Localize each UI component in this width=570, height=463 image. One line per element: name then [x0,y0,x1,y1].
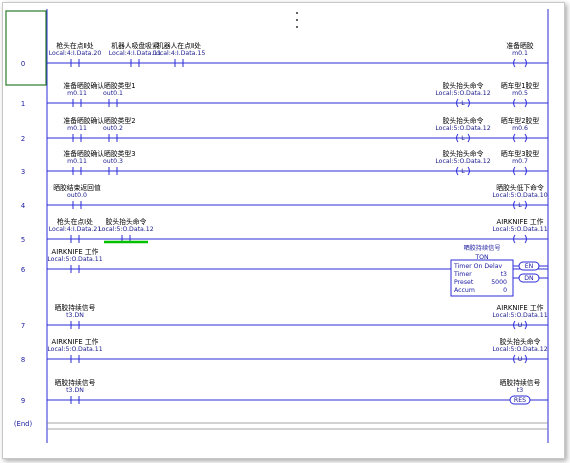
contact-tag-name: 机器人在点Ⅱ处 [157,41,201,50]
coil-address: Local:5:O.Data.12 [492,346,547,353]
contact-address: m0.11 [67,158,87,165]
coil-address: Local:5:O.Data.11 [492,312,547,319]
rung-number: (End) [14,420,33,428]
preset-value: 5000 [491,279,507,286]
coil-tag-name: 晒车型3胶型 [501,149,540,158]
contact-address: t3.DN [66,312,84,319]
coil-address: m0.5 [512,90,528,97]
coil-tag-name: 胶头抬头命令 [443,81,484,90]
coil-tag-name: 晒车型1胶型 [501,81,540,90]
rung-number: 4 [21,202,25,210]
contact-address: out0.2 [103,125,123,132]
contact-tag-name: AIRKNIFE 工作 [52,337,99,346]
timer-field-label: Timer [453,271,472,278]
contact-tag-name: 确认晒胶类型2 [90,116,135,125]
contact-address: m0.11 [67,90,87,97]
accum-label: Accum [454,287,475,294]
contact-tag-name: 枪头在点Ⅱ处 [56,41,94,50]
coil-address: Local:5:O.Data.12 [435,158,490,165]
coil-address: Local:5:O.Data.10 [492,192,547,199]
coil-address: Local:5:O.Data.12 [435,125,490,132]
contact-address: Local:4:I.Data.20 [49,50,102,57]
coil-symbol-letter: RES [514,397,526,404]
rung-number: 1 [21,100,25,108]
coil-tag-name: 胶头抬头命令 [443,149,484,158]
contact-address: out0.3 [103,158,123,165]
rung-number: 3 [21,168,25,176]
contact-address: Local:4:I.Data.15 [153,50,206,57]
coil-symbol-letter: L [461,100,465,107]
contact-tag-name: 枪头在点Ⅰ处 [57,217,93,226]
rung-number: 2 [21,135,25,143]
rung-number: 5 [21,236,25,244]
ladder-diagram: 0枪头在点Ⅱ处Local:4:I.Data.20机器人吸盘吸紧Local:4:I… [5,9,549,443]
ladder-editor-window: 0 枪头在点Ⅱ处 Local:4:I.Data.20 机器人吸盘吸紧 Local:4:I… [2,2,565,459]
timer-title: 晒胶持续信号 [463,244,500,252]
coil-address: Local:5:O.Data.12 [435,90,490,97]
coil-address: t3 [517,387,523,394]
contact-tag-name: 晒胶持续信号 [55,378,96,387]
coil-address: m0.7 [512,158,528,165]
contact-address: Local:5:O.Data.12 [98,226,153,233]
coil-tag-name: AIRKNIFE 工作 [497,303,544,312]
contact-address: m0.11 [67,125,87,132]
rung-number: 6 [21,266,25,274]
coil-address: Local:5:O.Data.11 [492,226,547,233]
contact-tag-name: 准备晒胶 [63,81,90,90]
coil-tag-name: 准备晒胶 [506,41,533,50]
contact-tag-name: 晒胶持续信号 [55,303,96,312]
coil-tag-name: 胶头抬头命令 [500,337,541,346]
contact-tag-name: 准备晒胶 [63,116,90,125]
timer-field-value: t3 [501,271,507,278]
contact-tag-name: 准备晒胶 [63,149,90,158]
coil-address: m0.6 [512,125,528,132]
contact-address: Local:5:O.Data.11 [47,346,102,353]
coil-symbol-letter: U [518,322,523,329]
contact-address: out0.1 [103,90,123,97]
rung-number: 0 [21,60,25,68]
coil-symbol-letter: L [461,168,465,175]
contact-tag-name: 机器人吸盘吸紧 [111,41,159,50]
preset-label: Preset [454,279,474,286]
coil-symbol-letter: L [518,202,522,209]
coil-tag-name: 晒车型2胶型 [501,116,540,125]
rung-0-selection[interactable] [5,10,47,86]
coil-tag-name: AIRKNIFE 工作 [497,217,544,226]
contact-tag-name: 胶头抬头命令 [106,217,147,226]
contact-tag-name: 确认晒胶类型3 [90,149,135,158]
contact-address: t3.DN [66,387,84,394]
coil-tag-name: 晒胶持续信号 [500,378,541,387]
ton-timer-block[interactable]: 晒胶持续信号TONTimer On DelayTimer t3Preset 5000… [450,244,548,297]
coil-symbol-letter: U [518,356,523,363]
coil-address: m0.1 [512,50,528,57]
more-indicator-dot [296,26,298,28]
accum-value: 0 [503,287,507,294]
coil-symbol-letter: L [461,135,465,142]
coil-tag-name: 晒胶头低下命令 [496,183,544,192]
contact-tag-name: 晒胶结束返回值 [53,183,101,192]
contact-tag-name: 确认晒胶类型1 [90,81,135,90]
en-output-label: EN [525,263,534,270]
contact-address: Local:5:O.Data.11 [47,256,102,263]
dn-output-label: DN [524,275,534,282]
contact-tag-name: AIRKNIFE 工作 [52,247,99,256]
contact-address: out0.0 [67,192,87,199]
more-indicator-dot [296,19,298,21]
more-indicator-dot [296,12,298,14]
rung-number: 8 [21,356,25,364]
rung-number: 7 [21,322,25,330]
rung-number: 9 [21,397,25,405]
timer-instruction-name: TON [474,254,489,261]
coil-tag-name: 胶头抬头命令 [443,116,484,125]
contact-address: Local:4:I.Data.21 [49,226,102,233]
